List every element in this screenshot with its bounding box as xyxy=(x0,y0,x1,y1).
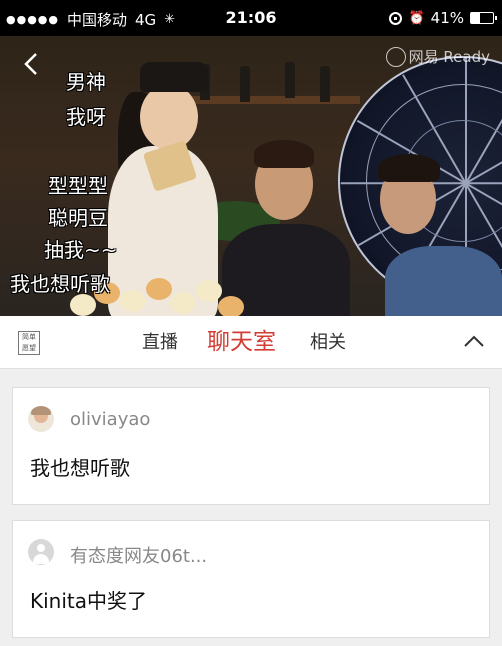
chat-message: 有态度网友06t... Kinita中奖了 xyxy=(12,520,490,638)
message-text: 我也想听歌 xyxy=(30,456,130,480)
rotation-lock-icon xyxy=(389,11,403,25)
collapse-chevron-up-icon[interactable] xyxy=(462,332,486,352)
watermark-text: 网易 Ready xyxy=(408,48,490,66)
battery-percent: 41% xyxy=(430,9,464,27)
avatar[interactable] xyxy=(28,539,54,565)
video-player[interactable]: 网易 Ready 男神 我呀 型型型 聪明豆 抽我~~ 我也想听歌 xyxy=(0,36,502,316)
show-logo[interactable]: 简单 愿望 xyxy=(18,331,40,355)
battery-icon xyxy=(470,12,497,24)
guest-man-right xyxy=(385,246,502,316)
avatar[interactable] xyxy=(28,406,54,432)
alarm-icon: ⏰ xyxy=(408,10,425,26)
host-face xyxy=(140,84,198,150)
back-icon[interactable] xyxy=(24,52,50,78)
danmaku-comment: 型型型 xyxy=(48,174,108,198)
bar-shelf xyxy=(190,96,360,104)
danmaku-comment: 我呀 xyxy=(66,105,106,129)
guest-hair-right xyxy=(378,154,440,182)
guest-hair-center xyxy=(254,140,314,168)
username[interactable]: oliviayao xyxy=(70,409,150,430)
danmaku-comment: 我也想听歌 xyxy=(10,272,110,296)
chat-message: oliviayao 我也想听歌 xyxy=(12,387,490,505)
username[interactable]: 有态度网友06t... xyxy=(70,542,207,568)
watermark-logo-icon xyxy=(385,46,406,67)
danmaku-comment: 聪明豆 xyxy=(48,206,108,230)
bottle xyxy=(285,62,295,98)
tab-bar: 简单 愿望 直播 聊天室 相关 xyxy=(0,316,502,369)
bottle xyxy=(240,66,250,102)
message-text: Kinita中奖了 xyxy=(30,589,148,613)
tab-live[interactable]: 直播 xyxy=(142,316,178,369)
danmaku-comment: 抽我~~ xyxy=(44,238,118,262)
danmaku-comment: 男神 xyxy=(66,70,106,94)
bottle xyxy=(320,66,330,102)
status-bar: ●●●●● 中国移动 4G ✳ 21:06 ⏰ 41% xyxy=(0,0,502,36)
tab-chatroom[interactable]: 聊天室 xyxy=(207,316,276,369)
tab-related[interactable]: 相关 xyxy=(310,316,346,369)
channel-watermark: 网易 Ready xyxy=(385,46,490,67)
host-hat xyxy=(140,62,208,92)
